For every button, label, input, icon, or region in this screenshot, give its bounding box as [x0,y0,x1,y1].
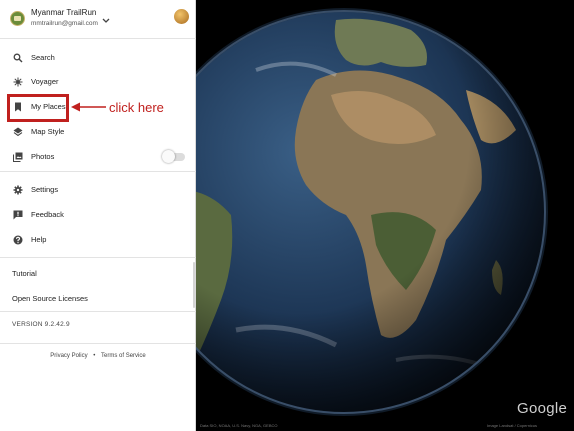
map-view[interactable] [196,0,574,431]
menu-label-settings: Settings [31,185,59,194]
divider [0,343,196,344]
help-icon [13,235,23,245]
account-header[interactable]: Myanmar TrailRun mmtrailrun@gmail.com [0,0,196,39]
account-name: Myanmar TrailRun [31,8,97,17]
menu-item-settings[interactable]: Settings [0,179,196,201]
divider [0,257,196,258]
highlight-box [7,94,69,122]
voyager-icon [13,77,23,87]
footer-separator: • [93,353,96,359]
menu-label-help: Help [31,235,47,244]
photos-icon [13,152,23,162]
open-source-licenses-link[interactable]: Open Source Licenses [12,294,88,303]
menu-label-photos: Photos [31,152,55,161]
chevron-down-icon[interactable] [102,18,110,26]
menu-item-feedback[interactable]: Feedback [0,204,196,226]
sidebar-scrollbar[interactable] [193,262,195,308]
menu-item-map-style[interactable]: Map Style [0,121,196,143]
account-email: mmtrailrun@gmail.com [31,20,98,27]
click-here-callout: click here [109,100,164,115]
account-logo [10,11,25,26]
map-attribution-right: Image Landsat / Copernicus [487,423,538,428]
earth-globe[interactable] [196,0,574,431]
version-label: VERSION 9.2.42.9 [12,321,70,328]
avatar[interactable] [174,9,189,24]
layers-icon [13,127,23,137]
map-attribution-left: Data SIO, NOAA, U.S. Navy, NGA, GEBCO [200,423,278,428]
menu-label-feedback: Feedback [31,210,64,219]
photos-toggle[interactable] [162,150,187,163]
privacy-policy-link[interactable]: Privacy Policy [50,353,87,359]
menu-item-search[interactable]: Search [0,47,196,69]
google-logo: Google [517,400,568,417]
search-icon [13,53,23,63]
toggle-knob [162,150,175,163]
menu-label-search: Search [31,53,55,62]
feedback-icon [13,210,23,220]
menu-item-voyager[interactable]: Voyager [0,71,196,93]
side-panel: Myanmar TrailRun mmtrailrun@gmail.com Se… [0,0,196,431]
menu-item-help[interactable]: Help [0,229,196,251]
arrow-left-icon [71,102,106,112]
gear-icon [13,185,23,195]
menu-label-map-style: Map Style [31,127,65,136]
divider [0,311,196,312]
tutorial-link[interactable]: Tutorial [12,269,37,278]
terms-of-service-link[interactable]: Terms of Service [101,353,146,359]
divider [0,171,196,172]
menu-label-voyager: Voyager [31,77,59,86]
footer-links: Privacy Policy • Terms of Service [0,353,196,359]
